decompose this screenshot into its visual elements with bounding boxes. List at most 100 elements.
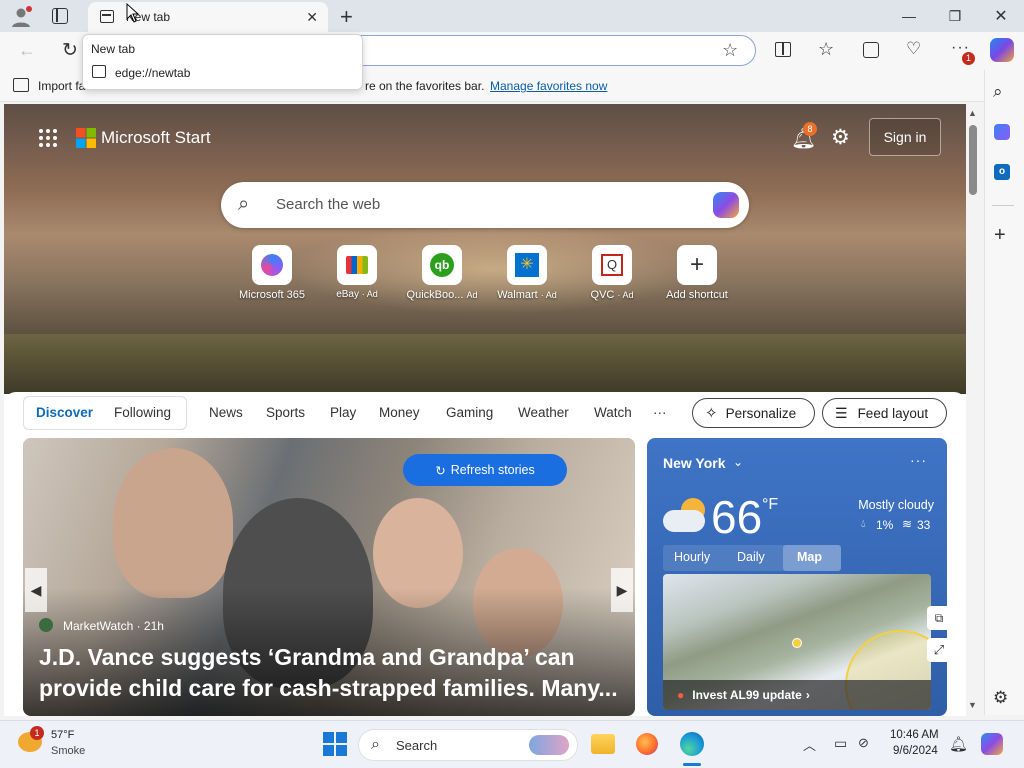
notification-icon[interactable]: 🔔︎: [949, 735, 968, 753]
tab-sports[interactable]: Sports: [266, 405, 305, 420]
favorite-star-icon[interactable]: ☆: [722, 40, 738, 61]
precip-value: 1%: [876, 518, 894, 532]
map-open-icon[interactable]: ⧉: [927, 606, 951, 630]
profile-icon[interactable]: [10, 6, 32, 28]
headline-line-2: provide child care for cash-strapped fam…: [39, 675, 618, 701]
sign-in-label: Sign in: [883, 129, 927, 145]
temperature-unit[interactable]: °F: [762, 496, 778, 514]
story-headline[interactable]: J.D. Vance suggests ‘Grandma and Grandpa…: [39, 642, 629, 704]
scroll-thumb[interactable]: [969, 125, 977, 195]
weather-map[interactable]: ● Invest AL99 update ›: [663, 574, 931, 710]
file-explorer-icon[interactable]: [591, 734, 615, 754]
favorites-icon[interactable]: ☆: [818, 39, 834, 60]
tab-weather[interactable]: Weather: [518, 405, 569, 420]
minimize-button[interactable]: —: [886, 0, 932, 32]
collections-icon[interactable]: [863, 42, 879, 58]
ebay-bag-icon: [346, 256, 368, 274]
favorites-bar-text: re on the favorites bar.: [365, 79, 485, 93]
tab-daily[interactable]: Daily: [737, 550, 765, 564]
start-button-icon[interactable]: [323, 732, 347, 756]
tab-hourly[interactable]: Hourly: [674, 550, 710, 564]
taskbar-condition[interactable]: Smoke: [51, 745, 85, 757]
taskbar-date[interactable]: 9/6/2024: [893, 745, 938, 757]
notification-count-badge: 8: [803, 122, 817, 136]
map-expand-icon[interactable]: ⤢: [927, 638, 951, 662]
nav-more-button[interactable]: ···: [653, 405, 667, 420]
personalize-label: Personalize: [725, 405, 797, 421]
sidebar-outlook-icon[interactable]: o: [994, 164, 1010, 180]
apps-launcher-icon[interactable]: [38, 128, 58, 148]
tab-actions-icon[interactable]: [52, 8, 68, 24]
search-input[interactable]: Search the web: [276, 196, 380, 213]
tray-network-icon[interactable]: ⊘: [858, 735, 869, 751]
add-shortcut-button[interactable]: + Add shortcut: [647, 245, 747, 305]
tab-play[interactable]: Play: [330, 405, 356, 420]
refresh-stories-button[interactable]: ↻ Refresh stories: [403, 454, 567, 486]
tray-overflow-icon[interactable]: ︿: [803, 735, 816, 754]
tab-following[interactable]: Following: [114, 405, 171, 420]
sidebar-settings-icon[interactable]: ⚙: [993, 688, 1008, 708]
tab-watch[interactable]: Watch: [594, 405, 632, 420]
sign-in-button[interactable]: Sign in: [869, 118, 941, 156]
weather-card[interactable]: New York ⌄ ··· 66 °F Mostly cloudy 💧︎ 1%…: [647, 438, 951, 716]
alert-label: Invest AL99 update: [692, 688, 802, 702]
tab-money[interactable]: Money: [379, 405, 420, 420]
scroll-up-icon[interactable]: ▲: [968, 108, 977, 118]
plus-icon: +: [689, 251, 704, 278]
map-alert-strip[interactable]: ● Invest AL99 update ›: [663, 680, 931, 710]
page-settings-icon[interactable]: ⚙: [831, 125, 850, 150]
taskbar-search-label: Search: [396, 738, 438, 753]
ad-label: · Ad: [617, 290, 634, 300]
copilot-search-icon[interactable]: [713, 192, 739, 218]
quickbooks-icon: qb: [430, 253, 454, 277]
top-story-card[interactable]: ↻ Refresh stories ◀ ▶ MarketWatch · 21h …: [23, 438, 635, 716]
split-screen-icon[interactable]: [775, 42, 791, 57]
close-window-button[interactable]: ✕: [978, 0, 1024, 32]
brand-name[interactable]: Microsoft Start: [101, 128, 211, 148]
refresh-icon[interactable]: ↻: [62, 39, 78, 62]
precip-icon: 💧︎: [861, 518, 866, 530]
feed-layout-button[interactable]: ☰ Feed layout: [822, 398, 947, 428]
carousel-prev-button[interactable]: ◀: [25, 568, 47, 612]
story-source[interactable]: MarketWatch · 21h: [63, 619, 164, 633]
firefox-icon[interactable]: [636, 733, 658, 755]
sidebar-divider: [992, 205, 1014, 206]
shortcut-label: Add shortcut: [666, 289, 728, 301]
taskbar-search-icon: ⌕: [371, 736, 380, 753]
web-search-box[interactable]: ⌕ Search the web: [221, 182, 749, 228]
restore-button[interactable]: ❐: [932, 0, 978, 32]
weather-location[interactable]: New York: [663, 455, 726, 471]
page-scrollbar[interactable]: [966, 104, 980, 716]
sidebar-copilot-icon[interactable]: [994, 124, 1010, 140]
new-tab-button[interactable]: +: [340, 4, 353, 30]
scroll-down-icon[interactable]: ▼: [968, 700, 977, 710]
copilot-taskbar-icon[interactable]: [981, 733, 1003, 755]
taskbar-search-box[interactable]: ⌕ Search: [358, 729, 578, 761]
newtab-page-icon: [100, 10, 114, 23]
tab-news[interactable]: News: [209, 405, 243, 420]
weather-widget-badge: 1: [30, 726, 44, 740]
weather-more-icon[interactable]: ···: [910, 452, 927, 468]
tooltip-title: New tab: [91, 42, 136, 56]
headline-line-1: J.D. Vance suggests ‘Grandma and Grandpa…: [39, 644, 575, 670]
tab-discover[interactable]: Discover: [36, 405, 93, 420]
browser-essentials-icon[interactable]: ♡: [906, 39, 921, 59]
personalize-button[interactable]: ✧ Personalize: [692, 398, 815, 428]
back-icon[interactable]: ←: [18, 40, 36, 61]
tab-gaming[interactable]: Gaming: [446, 405, 493, 420]
sidebar-search-icon[interactable]: ⌕: [993, 82, 1003, 102]
edge-taskbar-icon[interactable]: [680, 732, 704, 756]
tab-new-tab[interactable]: New tab ✕: [88, 2, 328, 32]
close-tab-icon[interactable]: ✕: [306, 9, 318, 26]
copilot-icon[interactable]: [990, 38, 1014, 62]
sidebar-add-icon[interactable]: +: [994, 224, 1006, 247]
tray-display-icon[interactable]: ▭: [834, 735, 847, 752]
manage-favorites-link[interactable]: Manage favorites now: [490, 79, 607, 93]
carousel-next-button[interactable]: ▶: [611, 568, 633, 612]
shortcut-label: QVC: [590, 289, 615, 301]
taskbar-temp[interactable]: 57°F: [51, 729, 74, 741]
taskbar-time[interactable]: 10:46 AM: [890, 729, 939, 741]
favorites-import-text[interactable]: Import fa: [38, 79, 85, 93]
tab-map[interactable]: Map: [797, 550, 822, 564]
location-chevron-icon[interactable]: ⌄: [733, 455, 743, 469]
